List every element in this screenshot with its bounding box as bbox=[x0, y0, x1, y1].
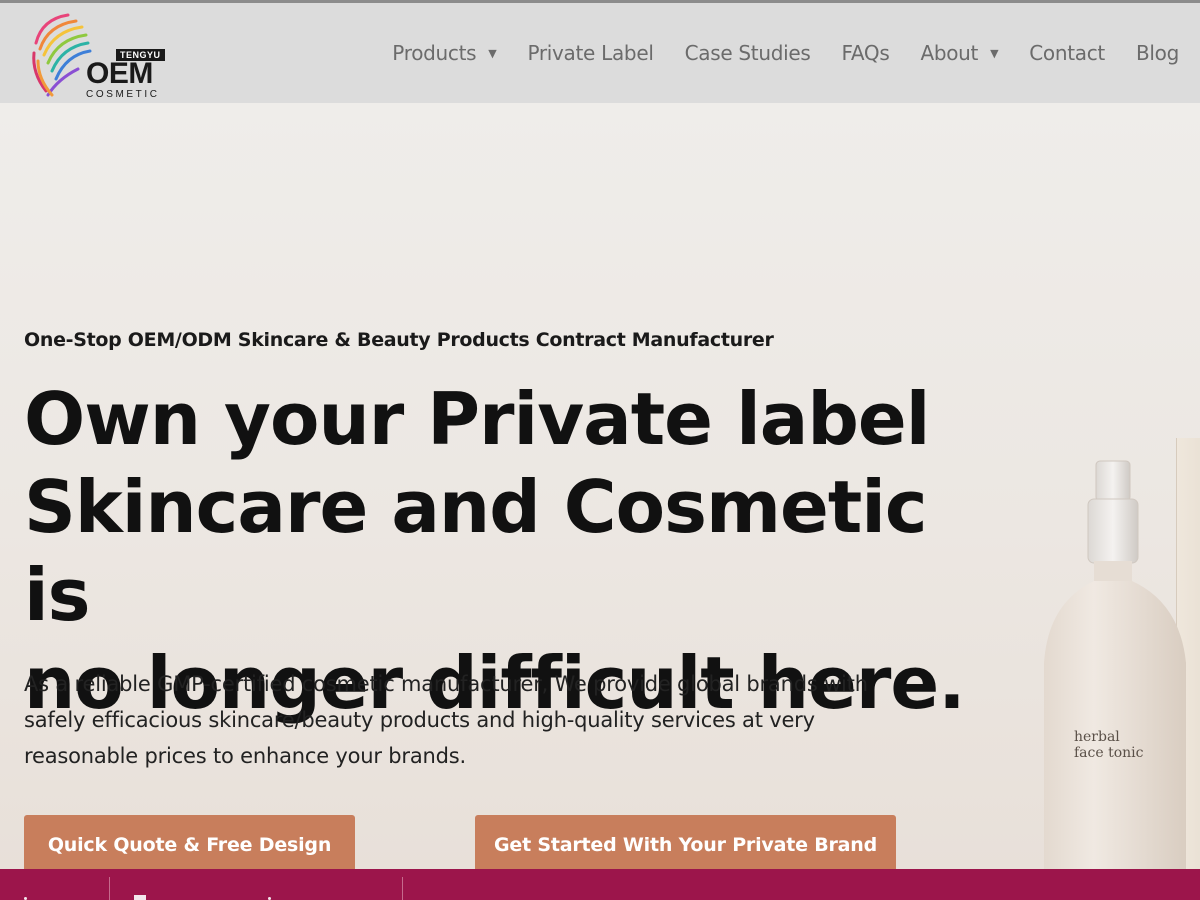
nav-item-case-studies[interactable]: Case Studies bbox=[685, 41, 811, 65]
nav-item-private-label[interactable]: Private Label bbox=[527, 41, 653, 65]
main-nav: Products ▼ Private Label Case Studies FA… bbox=[361, 41, 1179, 65]
nav-item-label: About bbox=[920, 41, 979, 65]
hero-headline-line: Skincare and Cosmetic is bbox=[24, 465, 928, 637]
nav-item-label: Private Label bbox=[527, 41, 654, 65]
caret-down-icon: ▼ bbox=[488, 46, 497, 60]
nav-item-label: Contact bbox=[1029, 41, 1105, 65]
footer-divider bbox=[402, 877, 403, 900]
nav-item-about[interactable]: About ▼ bbox=[920, 41, 998, 65]
hero-description-line: As a reliable GMP-certified cosmetic man… bbox=[24, 672, 868, 696]
hero-description-line: safely efficacious skincare/beauty produ… bbox=[24, 708, 815, 732]
hero-description-line: reasonable prices to enhance your brands… bbox=[24, 744, 466, 768]
nav-item-label: Blog bbox=[1135, 41, 1179, 65]
nav-item-label: Case Studies bbox=[684, 41, 811, 65]
nav-item-blog[interactable]: Blog bbox=[1136, 41, 1179, 65]
site-logo[interactable]: TENGYU OEM COSMETIC bbox=[28, 9, 168, 101]
hero-section: One-Stop OEM/ODM Skincare & Beauty Produ… bbox=[0, 103, 1200, 869]
nav-item-products[interactable]: Products ▼ bbox=[392, 41, 496, 65]
footer-contact-bar bbox=[0, 869, 1200, 900]
nav-item-label: FAQs bbox=[841, 41, 890, 65]
logo-brand-sub: COSMETIC bbox=[86, 89, 160, 100]
document-icon[interactable] bbox=[134, 895, 146, 900]
nav-item-contact[interactable]: Contact bbox=[1029, 41, 1105, 65]
quick-quote-button[interactable]: Quick Quote & Free Design bbox=[24, 815, 355, 869]
nav-item-label: Products bbox=[392, 41, 477, 65]
site-header: TENGYU OEM COSMETIC Products ▼ Private L… bbox=[0, 3, 1200, 103]
product-bottle-image bbox=[1044, 460, 1186, 869]
footer-divider bbox=[109, 877, 110, 900]
hero-eyebrow: One-Stop OEM/ODM Skincare & Beauty Produ… bbox=[24, 329, 774, 351]
caret-down-icon: ▼ bbox=[990, 46, 999, 60]
product-label: herbal bbox=[1074, 729, 1120, 745]
product-label: face tonic bbox=[1074, 745, 1144, 761]
logo-brand-main: OEM bbox=[86, 57, 153, 90]
hero-description: As a reliable GMP-certified cosmetic man… bbox=[24, 666, 904, 774]
hero-headline-line: Own your Private label bbox=[24, 377, 930, 461]
get-started-button[interactable]: Get Started With Your Private Brand bbox=[475, 815, 896, 869]
nav-item-faqs[interactable]: FAQs bbox=[841, 41, 889, 65]
